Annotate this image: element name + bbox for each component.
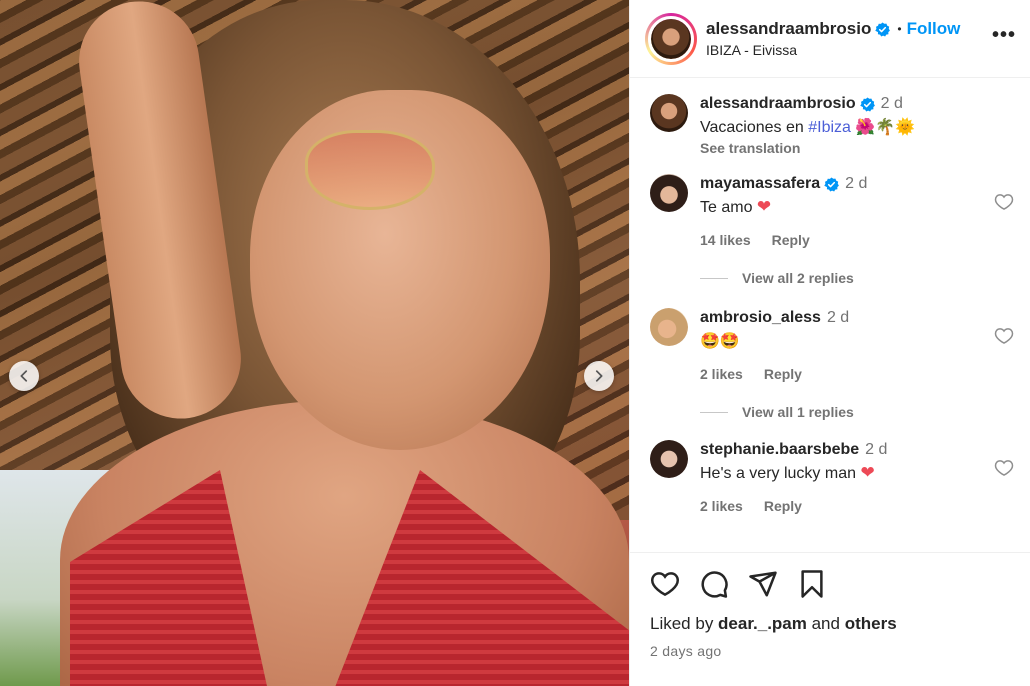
verified-badge-icon [859,96,875,112]
star-eyes-emoji: 🤩🤩 [700,331,740,350]
post-location[interactable]: IBIZA - Eivissa [706,42,960,58]
comment-actions: 14 likes Reply [700,232,994,248]
heart-icon[interactable] [994,458,1014,478]
liked-and: and [806,614,845,633]
comment-text: 🤩🤩 [700,330,994,353]
replies-line [700,411,728,413]
liked-by: Liked by dear._.pam and others [650,613,1014,635]
reply-button[interactable]: Reply [772,232,810,248]
heart-icon[interactable] [994,326,1014,346]
author-line: alessandraambrosio • Follow [706,19,960,39]
replies-line [700,277,728,279]
previous-photo-button[interactable] [9,361,39,391]
liked-by-user[interactable]: dear._.pam [718,614,807,633]
post-header: alessandraambrosio • Follow IBIZA - Eivi… [630,0,1030,78]
liked-by-others[interactable]: others [845,614,897,633]
caption-username[interactable]: alessandraambrosio [700,94,856,114]
bookmark-icon[interactable] [797,569,827,599]
photo-sunglasses [305,130,435,210]
separator-dot: • [897,22,902,36]
comment-body: stephanie.baarsbebe 2 d He's a very luck… [700,440,994,514]
author-avatar[interactable] [645,12,697,65]
heart-emoji: ❤ [756,197,772,217]
view-replies-label: View all 1 replies [742,404,854,420]
comment-username[interactable]: mayamassafera [700,174,820,194]
chevron-left-icon [20,370,28,382]
action-icons [650,569,1014,599]
view-replies-label: View all 2 replies [742,270,854,286]
comment-user-line: ambrosio_aless 2 d [700,308,994,328]
comment: stephanie.baarsbebe 2 d He's a very luck… [650,440,1014,514]
view-replies-button[interactable]: View all 2 replies [700,270,1014,286]
reply-button[interactable]: Reply [764,498,802,514]
comment-likes[interactable]: 2 likes [700,366,743,382]
avatar[interactable] [650,308,688,346]
comment-body: ambrosio_aless 2 d 🤩🤩 2 likes Reply [700,308,994,382]
caption: alessandraambrosio 2 d Vacaciones en #Ib… [650,94,1014,156]
avatar-inner [648,15,694,62]
post-actions: Liked by dear._.pam and others 2 days ag… [630,552,1030,686]
liked-prefix: Liked by [650,614,719,633]
heart-icon[interactable] [650,569,680,599]
comment-actions: 2 likes Reply [700,366,994,382]
comment: mayamassafera 2 d Te amo ❤ 14 likes Repl… [650,174,1014,248]
comment-time[interactable]: 2 d [865,440,887,460]
caption-emojis: 🌺🌴🌞 [855,117,916,136]
comment-text-content: Te amo [700,199,753,216]
verified-badge-icon [875,21,891,37]
caption-text-prefix: Vacaciones en [700,119,809,136]
comment-user-line: stephanie.baarsbebe 2 d [700,440,994,460]
comment-icon[interactable] [699,569,729,599]
heart-emoji: ❤ [860,463,875,483]
comment-likes[interactable]: 14 likes [700,232,751,248]
next-photo-button[interactable] [584,361,614,391]
more-options-button[interactable]: ••• [992,24,1016,53]
caption-time[interactable]: 2 d [881,94,903,114]
caption-user-line: alessandraambrosio 2 d [700,94,1014,114]
caption-body: alessandraambrosio 2 d Vacaciones en #Ib… [700,94,1014,156]
avatar[interactable] [650,440,688,478]
comment-username[interactable]: ambrosio_aless [700,308,821,328]
hashtag-link[interactable]: #Ibiza [808,119,851,136]
heart-icon[interactable] [994,192,1014,212]
comment-text: Te amo ❤ [700,196,994,219]
caption-text: Vacaciones en #Ibiza 🌺🌴🌞 [700,116,1014,139]
view-replies-button[interactable]: View all 1 replies [700,404,1014,420]
author-meta: alessandraambrosio • Follow IBIZA - Eivi… [706,19,960,58]
comment-actions: 2 likes Reply [700,498,994,514]
reply-button[interactable]: Reply [764,366,802,382]
author-username[interactable]: alessandraambrosio [706,19,871,39]
comment-time[interactable]: 2 d [845,174,867,194]
comment-likes[interactable]: 2 likes [700,498,743,514]
follow-button[interactable]: Follow [907,19,961,39]
comment-user-line: mayamassafera 2 d [700,174,994,194]
comment-text-content: He's a very lucky man [700,465,856,482]
post-photo[interactable] [0,0,629,686]
comment-username[interactable]: stephanie.baarsbebe [700,440,859,460]
share-icon[interactable] [748,569,778,599]
avatar-image [651,18,691,59]
avatar[interactable] [650,94,688,132]
comment-text: He's a very lucky man ❤ [700,462,994,485]
verified-badge-icon [824,176,839,192]
comment: ambrosio_aless 2 d 🤩🤩 2 likes Reply [650,308,1014,382]
comments-list[interactable]: alessandraambrosio 2 d Vacaciones en #Ib… [630,78,1030,552]
instagram-post: alessandraambrosio • Follow IBIZA - Eivi… [0,0,1030,686]
comment-body: mayamassafera 2 d Te amo ❤ 14 likes Repl… [700,174,994,248]
avatar[interactable] [650,174,688,212]
comment-time[interactable]: 2 d [827,308,849,328]
post-sidebar: alessandraambrosio • Follow IBIZA - Eivi… [629,0,1030,686]
chevron-right-icon [595,370,603,382]
post-date[interactable]: 2 days ago [650,643,1014,659]
see-translation-button[interactable]: See translation [700,140,1014,156]
